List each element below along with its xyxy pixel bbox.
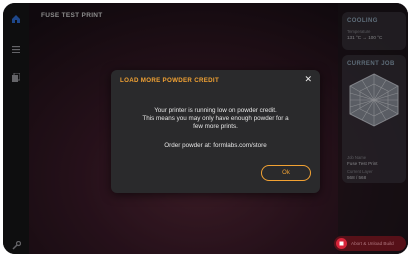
dialog-message-line2: This means you may only have enough powd… [142,115,289,122]
dialog-message-line1: Your printer is running low on powder cr… [154,107,277,114]
abort-button-label: Abort & Unload Build [351,241,394,246]
dialog-title: LOAD MORE POWDER CREDIT [120,77,220,84]
stop-icon [336,238,347,249]
close-button[interactable]: ✕ [304,74,312,85]
close-icon: ✕ [304,74,312,84]
dialog-message: Your printer is running low on powder cr… [123,107,308,131]
order-powder-text: Order powder at: formlabs.com/store [164,142,267,149]
abort-unload-button[interactable]: Abort & Unload Build [334,236,406,251]
dialog-message-line3: few more prints. [193,123,238,130]
app-window: FUSE TEST PRINT COOLING Temperature 131 … [3,3,408,254]
powder-credit-dialog: LOAD MORE POWDER CREDIT ✕ Your printer i… [111,70,320,193]
ok-button[interactable]: Ok [261,165,311,181]
